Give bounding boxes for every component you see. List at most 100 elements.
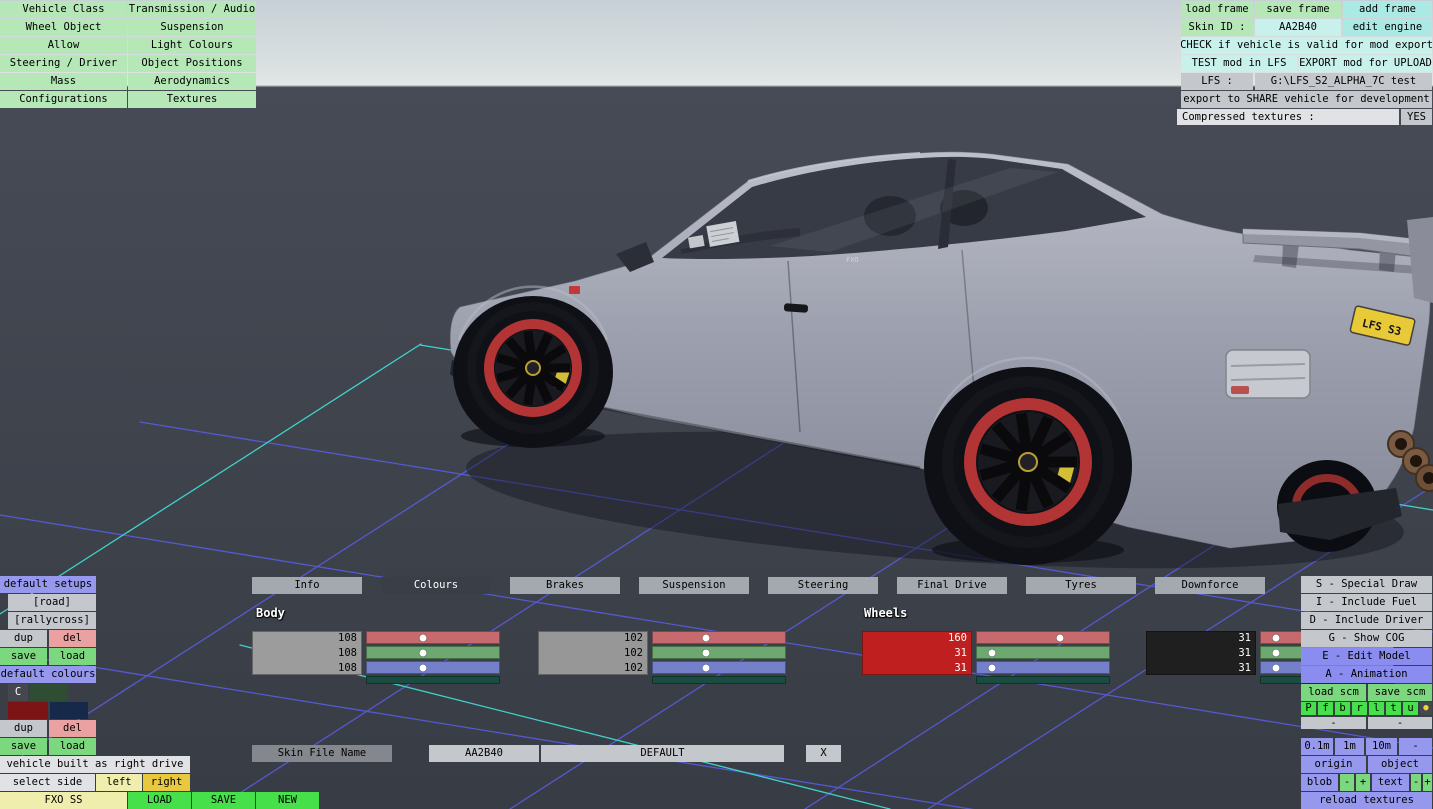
tab-tyres[interactable]: Tyres [1026,577,1136,594]
edit-model-button[interactable]: E - Edit Model [1301,648,1432,665]
slider-handle[interactable] [1272,664,1280,671]
lfs-path-value[interactable]: G:\LFS_S2_ALPHA_7C test [1255,73,1432,90]
skin-name-field-2[interactable]: DEFAULT [541,745,784,762]
letter-button-f[interactable]: f [1318,702,1333,715]
reload-textures-button[interactable]: reload textures [1301,792,1432,809]
letter-button-t[interactable]: t [1386,702,1401,715]
red-slider[interactable] [652,631,786,644]
colour-swatch[interactable]: 108 108 108 [252,631,362,675]
skin-name-field-1[interactable]: AA2B40 [429,745,539,762]
compressed-textures-toggle[interactable]: YES [1401,109,1432,125]
edit-engine-button[interactable]: edit engine [1343,19,1432,36]
blue-slider[interactable] [976,661,1110,674]
save-frame-button[interactable]: save frame [1255,1,1341,18]
side-left-button[interactable]: left [96,774,142,791]
toggle-include-fuel[interactable]: I - Include Fuel [1301,594,1432,611]
del-colour-button[interactable]: del [49,720,96,737]
tab-steering[interactable]: Steering [768,577,878,594]
scale-minus-button[interactable]: - [1399,738,1432,755]
menu-object-positions[interactable]: Object Positions [128,55,256,72]
default-colours-button[interactable]: default colours [0,666,96,683]
shade-strip[interactable] [976,676,1110,684]
load-setup-button[interactable]: load [49,648,96,665]
dup-colour-button[interactable]: dup [0,720,47,737]
save-vehicle-button[interactable]: SAVE [192,792,255,809]
slider-handle[interactable] [988,649,996,656]
test-mod-button[interactable]: TEST mod in LFS [1181,55,1297,72]
red-slider[interactable] [366,631,500,644]
slider-handle[interactable] [419,664,427,671]
menu-wheel-object[interactable]: Wheel Object [0,19,127,36]
shade-strip[interactable] [652,676,786,684]
origin-button[interactable]: origin [1301,756,1366,773]
green-slider[interactable] [652,646,786,659]
blue-slider[interactable] [366,661,500,674]
text-button[interactable]: text [1372,774,1409,791]
letter-button-p[interactable]: P [1301,702,1316,715]
blob-button[interactable]: blob [1301,774,1338,791]
menu-aerodynamics[interactable]: Aerodynamics [128,73,256,90]
slider-handle[interactable] [702,664,710,671]
dash-button-1[interactable]: - [1301,717,1366,729]
menu-vehicle-class[interactable]: Vehicle Class [0,1,127,18]
scale-01m-button[interactable]: 0.1m [1301,738,1333,755]
preset-colour-swatch-1[interactable] [30,684,68,701]
slider-handle[interactable] [419,634,427,641]
vehicle-name-field[interactable]: FXO SS [0,792,127,809]
tab-colours[interactable]: Colours [381,577,491,594]
slider-handle[interactable] [1272,649,1280,656]
save-scm-button[interactable]: save scm [1368,684,1432,701]
blob-minus-button[interactable]: - [1340,774,1354,791]
dot-toggle[interactable]: ● [1420,702,1432,715]
save-setup-button[interactable]: save [0,648,47,665]
check-valid-button[interactable]: CHECK if vehicle is valid for mod export [1181,37,1432,54]
colour-c-button[interactable]: C [8,684,28,701]
letter-button-r[interactable]: r [1352,702,1367,715]
skin-clear-button[interactable]: X [806,745,841,762]
menu-transmission-audio[interactable]: Transmission / Audio [128,1,256,18]
dash-button-2[interactable]: - [1368,717,1432,729]
load-frame-button[interactable]: load frame [1181,1,1253,18]
add-frame-button[interactable]: add frame [1343,1,1432,18]
green-slider[interactable] [976,646,1110,659]
load-vehicle-button[interactable]: LOAD [128,792,191,809]
slider-handle[interactable] [1056,634,1064,641]
preset-colour-swatch-3[interactable] [50,702,88,719]
export-mod-button[interactable]: EXPORT mod for UPLOAD [1299,55,1432,72]
toggle-special-draw[interactable]: S - Special Draw [1301,576,1432,593]
load-scm-button[interactable]: load scm [1301,684,1366,701]
tab-info[interactable]: Info [252,577,362,594]
dup-setup-button[interactable]: dup [0,630,47,647]
tab-brakes[interactable]: Brakes [510,577,620,594]
slider-handle[interactable] [702,634,710,641]
object-button[interactable]: object [1368,756,1432,773]
letter-button-b[interactable]: b [1335,702,1350,715]
menu-light-colours[interactable]: Light Colours [128,37,256,54]
toggle-show-cog[interactable]: G - Show COG [1301,630,1432,647]
shade-strip[interactable] [366,676,500,684]
letter-button-u[interactable]: u [1403,702,1418,715]
scale-10m-button[interactable]: 10m [1366,738,1397,755]
menu-configurations[interactable]: Configurations [0,91,127,108]
skin-id-value[interactable]: AA2B40 [1255,19,1341,36]
menu-textures[interactable]: Textures [128,91,256,108]
side-right-button[interactable]: right [143,774,190,791]
colour-swatch[interactable]: 102 102 102 [538,631,648,675]
del-setup-button[interactable]: del [49,630,96,647]
default-setups-button[interactable]: default setups [0,576,96,593]
blue-slider[interactable] [652,661,786,674]
menu-allow[interactable]: Allow [0,37,127,54]
toggle-include-driver[interactable]: D - Include Driver [1301,612,1432,629]
tab-downforce[interactable]: Downforce [1155,577,1265,594]
setup-rallycross-button[interactable]: [rallycross] [8,612,96,629]
letter-button-l[interactable]: l [1369,702,1384,715]
colour-swatch[interactable]: 31 31 31 [1146,631,1256,675]
menu-suspension[interactable]: Suspension [128,19,256,36]
text-plus-button[interactable]: + [1423,774,1432,791]
setup-road-button[interactable]: [road] [8,594,96,611]
slider-handle[interactable] [419,649,427,656]
save-colour-button[interactable]: save [0,738,47,755]
load-colour-button[interactable]: load [49,738,96,755]
slider-handle[interactable] [702,649,710,656]
tab-suspension[interactable]: Suspension [639,577,749,594]
